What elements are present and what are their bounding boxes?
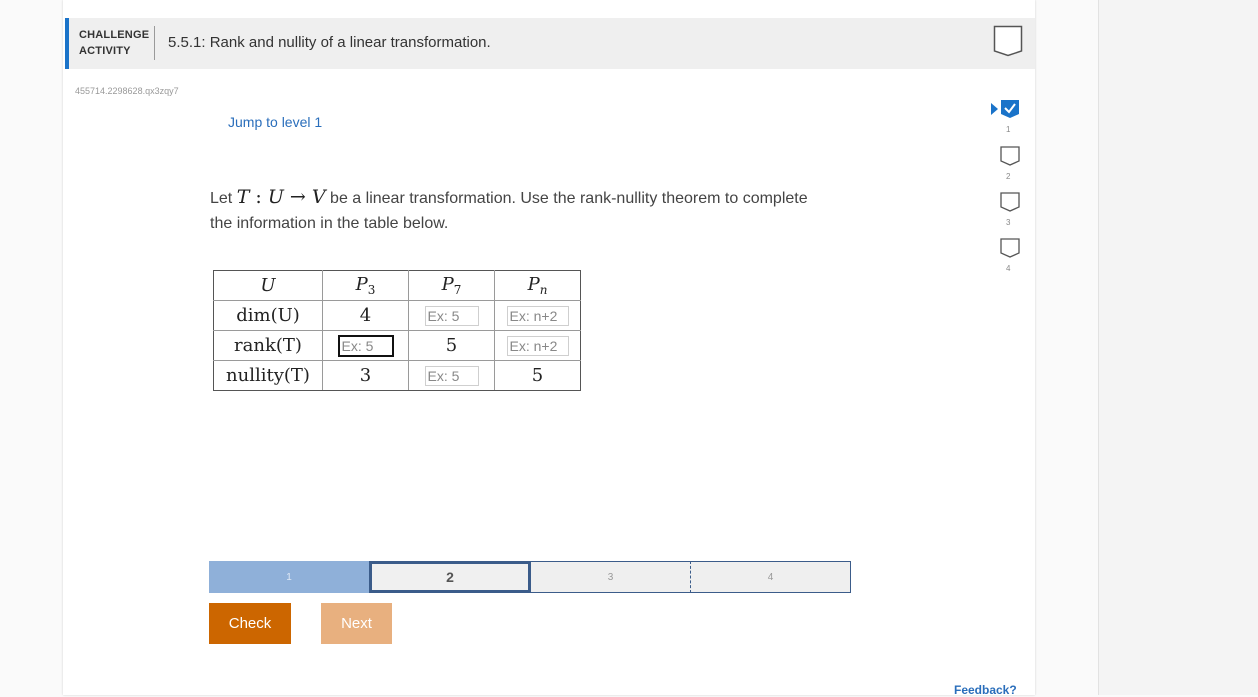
progress-level-4: 4: [691, 561, 851, 593]
cell-rank-p7: 5: [408, 330, 495, 361]
nullity-p7-input[interactable]: [424, 366, 479, 386]
progress-level-1[interactable]: 1: [209, 561, 369, 593]
header-cell-u: U: [213, 270, 323, 301]
next-button[interactable]: Next: [321, 603, 392, 644]
activity-type-label: CHALLENGE ACTIVITY: [79, 29, 150, 57]
rank-nullity-table: U P3 P7 Pn dim(U) 4 rank(T) 5 nullity(T)…: [213, 270, 581, 391]
checked-box-icon: [1001, 100, 1019, 118]
right-gutter: [1098, 0, 1258, 695]
cell-nullity-pn: 5: [494, 360, 581, 391]
header-cell-pn: Pn: [494, 270, 581, 301]
math-expression: T : U → V: [236, 186, 326, 208]
activity-header: CHALLENGE ACTIVITY 5.5.1: Rank and nulli…: [65, 18, 1035, 69]
check-button[interactable]: Check: [209, 603, 291, 644]
activity-id: 455714.2298628.qx3zqy7: [75, 86, 179, 96]
progress-level-2[interactable]: 2: [369, 561, 531, 593]
completion-box-icon: [993, 25, 1023, 57]
dim-p7-input[interactable]: [424, 306, 479, 326]
header-cell-p3: P3: [322, 270, 409, 301]
unchecked-box-icon: [1000, 238, 1020, 258]
dim-pn-input[interactable]: [506, 306, 569, 326]
current-level-arrow-icon: [991, 103, 998, 115]
rank-pn-input[interactable]: [506, 336, 569, 356]
activity-title: 5.5.1: Rank and nullity of a linear tran…: [168, 34, 491, 51]
cell-rank-pn: [494, 330, 581, 361]
header-cell-p7: P7: [408, 270, 495, 301]
row-label-nullity: nullity(T): [213, 360, 323, 391]
cell-dim-p3: 4: [322, 300, 409, 331]
cell-dim-pn: [494, 300, 581, 331]
cell-nullity-p3: 3: [322, 360, 409, 391]
level-progress-bar: 1 2 3 4: [209, 561, 851, 593]
header-separator: [154, 26, 155, 60]
rank-p3-input[interactable]: [337, 334, 394, 357]
header-accent-bar: [65, 18, 69, 69]
unchecked-box-icon: [1000, 192, 1020, 212]
unchecked-box-icon: [1000, 146, 1020, 166]
table-row-rank: rank(T) 5: [213, 330, 581, 361]
cell-nullity-p7: [408, 360, 495, 391]
jump-to-level-link[interactable]: Jump to level 1: [228, 114, 322, 130]
row-label-dim: dim(U): [213, 300, 323, 331]
table-header-row: U P3 P7 Pn: [213, 270, 581, 301]
table-row-dim: dim(U) 4: [213, 300, 581, 331]
table-row-nullity: nullity(T) 3 5: [213, 360, 581, 391]
problem-prompt: Let T : U → V be a linear transformation…: [210, 186, 808, 232]
cell-rank-p3: [322, 330, 409, 361]
progress-level-3: 3: [531, 561, 691, 593]
cell-dim-p7: [408, 300, 495, 331]
row-label-rank: rank(T): [213, 330, 323, 361]
